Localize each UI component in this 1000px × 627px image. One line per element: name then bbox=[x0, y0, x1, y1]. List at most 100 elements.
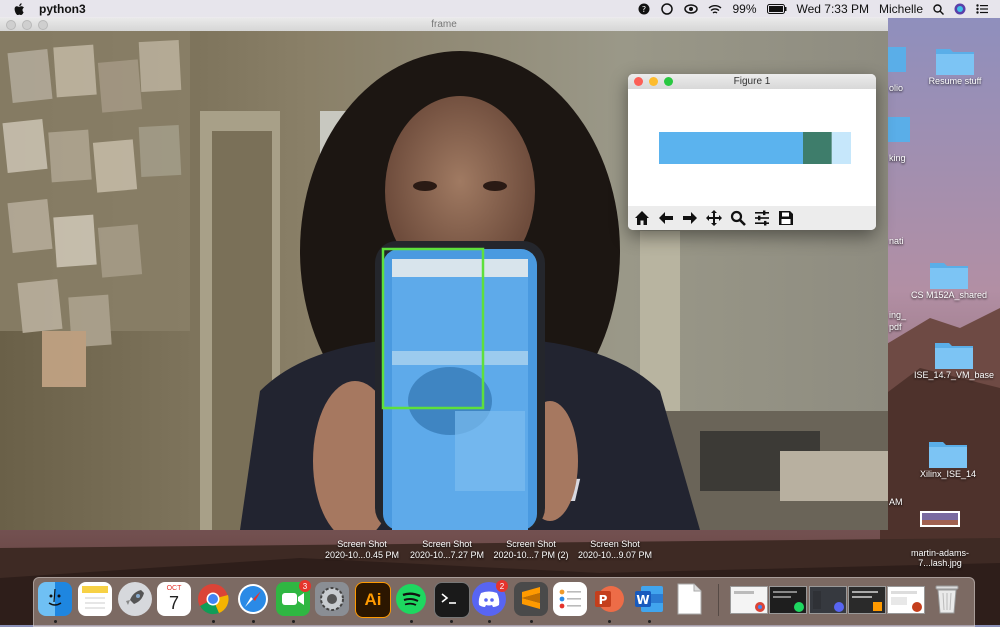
partial-label: ing_ bbox=[889, 310, 907, 320]
running-indicator bbox=[292, 620, 295, 623]
zoom-button[interactable] bbox=[664, 77, 673, 86]
dock-system-preferences[interactable] bbox=[315, 582, 349, 616]
minimize-button[interactable] bbox=[22, 20, 32, 30]
discord-badge: 2 bbox=[496, 580, 508, 592]
pan-icon[interactable] bbox=[704, 208, 724, 228]
dock-minimized-window[interactable] bbox=[769, 586, 807, 614]
battery-icon[interactable] bbox=[766, 4, 787, 14]
running-indicator bbox=[410, 620, 413, 623]
dock-minimized-window[interactable] bbox=[730, 586, 768, 614]
desktop-file-martin-adams-jpg[interactable]: martin-adams-7...lash.jpg bbox=[890, 510, 990, 568]
dock-illustrator[interactable]: Ai bbox=[355, 582, 391, 618]
configure-subplots-icon[interactable] bbox=[752, 208, 772, 228]
desktop-folder-cs-m152a-shared[interactable]: CS M152A_shared bbox=[899, 258, 999, 300]
creative-cloud-icon[interactable] bbox=[660, 3, 674, 15]
terminal-icon bbox=[441, 593, 456, 604]
window-thumbnail bbox=[849, 587, 885, 613]
list-icon bbox=[559, 589, 581, 609]
trash-icon bbox=[935, 585, 959, 614]
siri-icon[interactable] bbox=[954, 3, 966, 15]
battery-percent: 99% bbox=[732, 2, 757, 16]
desktop-folder-xilinx-ise[interactable]: Xilinx_ISE_14 bbox=[898, 437, 998, 479]
running-indicator bbox=[530, 620, 533, 623]
file-label: 2020-10...9.07 PM bbox=[577, 550, 653, 560]
dock-reminders[interactable] bbox=[553, 582, 587, 616]
close-button[interactable] bbox=[634, 77, 643, 86]
window-thumbnail bbox=[770, 587, 806, 613]
window-controls bbox=[6, 20, 48, 30]
close-button[interactable] bbox=[6, 20, 16, 30]
dock-safari[interactable] bbox=[236, 582, 270, 616]
discord-icon bbox=[478, 591, 500, 607]
file-label: 2020-10...7.27 PM bbox=[409, 550, 485, 560]
bar-segment-3 bbox=[831, 132, 851, 164]
screen-share-icon[interactable] bbox=[684, 3, 699, 15]
bar-segment-1 bbox=[659, 132, 803, 164]
window-title: Figure 1 bbox=[733, 76, 771, 87]
window-thumbnail bbox=[810, 587, 846, 613]
home-icon[interactable] bbox=[632, 208, 652, 228]
frame-titlebar[interactable]: frame bbox=[0, 17, 888, 31]
dock-document[interactable] bbox=[672, 582, 706, 616]
calendar-month: OCT bbox=[166, 585, 182, 592]
compass-icon bbox=[238, 584, 268, 614]
folder-icon bbox=[936, 49, 974, 75]
figure-window[interactable]: Figure 1 bbox=[628, 74, 876, 230]
spotify-icon bbox=[396, 584, 426, 614]
dock-sublime-text[interactable] bbox=[514, 582, 548, 616]
window-thumbnail bbox=[731, 587, 767, 613]
desktop-icon-label: ISE_14.7_VM_base bbox=[913, 370, 995, 380]
desktop-file-screenshot[interactable]: Screen Shot 2020-10...0.45 PM bbox=[320, 539, 404, 561]
dock-word[interactable]: W bbox=[632, 582, 666, 616]
dock-calendar[interactable]: OCT 7 bbox=[157, 582, 191, 616]
desktop-icon-label: Xilinx_ISE_14 bbox=[919, 469, 977, 479]
dock-launchpad[interactable] bbox=[118, 582, 152, 616]
notes-icon bbox=[82, 586, 108, 609]
sublime-icon bbox=[522, 587, 540, 609]
clock[interactable]: Wed 7:33 PM bbox=[797, 2, 869, 16]
dock-powerpoint[interactable]: P bbox=[592, 582, 626, 616]
rocket-icon bbox=[126, 590, 144, 605]
gear-icon bbox=[320, 587, 344, 611]
dock-finder[interactable] bbox=[38, 582, 72, 616]
svg-text:W: W bbox=[636, 593, 649, 607]
dock-minimized-window[interactable] bbox=[887, 586, 925, 614]
document-icon bbox=[677, 583, 702, 615]
dock-chrome[interactable] bbox=[196, 582, 230, 616]
wifi-icon[interactable] bbox=[708, 4, 722, 15]
illustrator-label: Ai bbox=[364, 590, 382, 609]
figure-titlebar[interactable]: Figure 1 bbox=[628, 74, 876, 89]
back-arrow-icon[interactable] bbox=[656, 208, 676, 228]
save-icon[interactable] bbox=[776, 208, 796, 228]
file-label: Screen Shot bbox=[422, 539, 472, 549]
desktop-folder-resume-stuff[interactable]: Resume stuff bbox=[905, 44, 1000, 86]
spotlight-search-icon[interactable] bbox=[933, 3, 944, 15]
desktop-icon-label: martin-adams-7...lash.jpg bbox=[910, 548, 969, 568]
zoom-button[interactable] bbox=[38, 20, 48, 30]
notification-center-icon[interactable] bbox=[976, 4, 988, 14]
notification-status-icon[interactable]: ? bbox=[638, 3, 650, 15]
user-name[interactable]: Michelle bbox=[879, 2, 923, 16]
dock-spotify[interactable] bbox=[394, 582, 428, 616]
dock-notes[interactable] bbox=[78, 582, 112, 616]
running-indicator bbox=[212, 620, 215, 623]
dock-terminal[interactable] bbox=[434, 582, 470, 618]
folder-icon bbox=[935, 343, 973, 369]
dock-minimized-window[interactable] bbox=[848, 586, 886, 614]
desktop-file-screenshot[interactable]: Screen Shot 2020-10...7 PM (2) bbox=[489, 539, 573, 561]
apple-menu-icon[interactable] bbox=[14, 2, 25, 16]
folder-icon bbox=[929, 442, 967, 468]
desktop-file-screenshot[interactable]: Screen Shot 2020-10...7.27 PM bbox=[405, 539, 489, 561]
minimize-button[interactable] bbox=[649, 77, 658, 86]
svg-text:P: P bbox=[599, 593, 608, 607]
dock-trash[interactable] bbox=[930, 582, 964, 616]
active-app-name[interactable]: python3 bbox=[39, 2, 86, 16]
forward-arrow-icon[interactable] bbox=[680, 208, 700, 228]
chrome-icon bbox=[198, 584, 229, 615]
file-label: Screen Shot bbox=[590, 539, 640, 549]
desktop-folder-ise-vm-base[interactable]: ISE_14.7_VM_base bbox=[904, 338, 1000, 380]
zoom-icon[interactable] bbox=[728, 208, 748, 228]
svg-text:?: ? bbox=[642, 5, 646, 14]
desktop-file-screenshot[interactable]: Screen Shot 2020-10...9.07 PM bbox=[573, 539, 657, 561]
dock-minimized-window[interactable] bbox=[809, 586, 847, 614]
